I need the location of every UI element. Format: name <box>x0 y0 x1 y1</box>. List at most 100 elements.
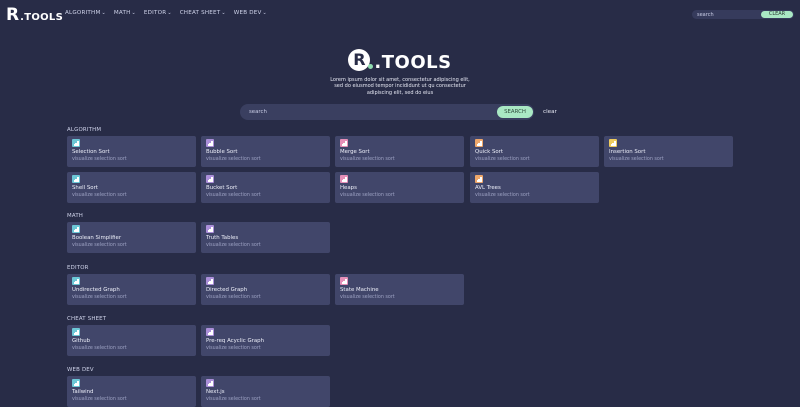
tool-card[interactable]: Shell Sort visualize selection sort <box>67 172 196 203</box>
card-subtitle: visualize selection sort <box>72 397 127 402</box>
card-subtitle: visualize selection sort <box>72 295 127 300</box>
card-title: Heaps <box>340 185 357 191</box>
nav-item-editor[interactable]: EDITOR⌄ <box>144 10 172 16</box>
section-title: CHEAT SHEET <box>67 316 107 322</box>
chart-bars-icon <box>72 175 80 183</box>
chevron-down-icon: ⌄ <box>131 10 136 16</box>
chevron-down-icon: ⌄ <box>262 10 267 16</box>
chart-bars-icon <box>72 277 80 285</box>
nav-item-math[interactable]: MATH⌄ <box>114 10 136 16</box>
card-subtitle: visualize selection sort <box>72 157 127 162</box>
card-title: Quick Sort <box>475 149 504 155</box>
nav-search-input[interactable] <box>697 10 757 19</box>
card-title: Boolean Simplifier <box>72 235 122 241</box>
chart-bars-icon <box>340 277 348 285</box>
chart-bars-icon <box>72 225 80 233</box>
card-subtitle: visualize selection sort <box>72 193 127 198</box>
nav-menu: ALGORITHM⌄ MATH⌄ EDITOR⌄ CHEAT SHEET⌄ WE… <box>65 10 267 16</box>
card-title: Truth Tables <box>206 235 239 241</box>
card-title: Github <box>72 338 91 344</box>
nav-item-label: ALGORITHM <box>65 10 101 16</box>
tool-card[interactable]: Directed Graph visualize selection sort <box>201 274 330 305</box>
card-subtitle: visualize selection sort <box>206 243 261 248</box>
card-title: Directed Graph <box>206 287 248 293</box>
logo-text: .TOOLS <box>374 51 452 73</box>
chart-bars-icon <box>206 328 214 336</box>
section-title: WEB DEV <box>67 367 94 373</box>
card-subtitle: visualize selection sort <box>206 295 261 300</box>
clear-link[interactable]: clear <box>543 109 557 115</box>
chart-bars-icon <box>340 139 348 147</box>
chart-bars-icon <box>475 139 483 147</box>
logo-mark: R <box>348 47 374 71</box>
card-subtitle: visualize selection sort <box>340 295 395 300</box>
chart-bars-icon <box>72 328 80 336</box>
card-title: AVL Trees <box>475 185 501 191</box>
tool-card[interactable]: Tailwind visualize selection sort <box>67 376 196 407</box>
chevron-down-icon: ⌄ <box>101 10 106 16</box>
nav-item-label: CHEAT SHEET <box>179 10 221 16</box>
card-title: State Machine <box>340 287 379 293</box>
tool-card[interactable]: Bubble Sort visualize selection sort <box>201 136 330 167</box>
nav-item-cheat-sheet[interactable]: CHEAT SHEET⌄ <box>180 10 226 16</box>
card-subtitle: visualize selection sort <box>72 243 127 248</box>
nav-clear-button[interactable]: CLEAR <box>761 11 793 18</box>
logo-text: .TOOLS <box>20 12 64 23</box>
tool-card[interactable]: Quick Sort visualize selection sort <box>470 136 599 167</box>
card-subtitle: visualize selection sort <box>72 346 127 351</box>
nav-item-web-dev[interactable]: WEB DEV⌄ <box>234 10 267 16</box>
hero-logo: R .TOOLS <box>0 45 800 73</box>
tool-card[interactable]: Pre-req Acyclic Graph visualize selection… <box>201 325 330 356</box>
brand-logo[interactable]: R .TOOLS <box>6 5 63 25</box>
card-subtitle: visualize selection sort <box>206 193 261 198</box>
card-title: Shell Sort <box>72 185 98 191</box>
tool-card[interactable]: Next.js visualize selection sort <box>201 376 330 407</box>
card-subtitle: visualize selection sort <box>206 397 261 402</box>
chart-bars-icon <box>72 139 80 147</box>
chart-bars-icon <box>340 175 348 183</box>
tool-card[interactable]: Merge Sort visualize selection sort <box>335 136 464 167</box>
search-button[interactable]: SEARCH <box>497 106 533 118</box>
chevron-down-icon: ⌄ <box>167 10 172 16</box>
chevron-down-icon: ⌄ <box>221 10 226 16</box>
tool-card[interactable]: Truth Tables visualize selection sort <box>201 222 330 253</box>
main-search-input[interactable] <box>249 104 449 120</box>
card-subtitle: visualize selection sort <box>475 157 530 162</box>
card-subtitle: visualize selection sort <box>340 157 395 162</box>
tool-card[interactable]: State Machine visualize selection sort <box>335 274 464 305</box>
tool-card[interactable]: Selection Sort visualize selection sort <box>67 136 196 167</box>
chart-bars-icon <box>72 379 80 387</box>
section-title: MATH <box>67 213 84 219</box>
top-navbar: R .TOOLS ALGORITHM⌄ MATH⌄ EDITOR⌄ CHEAT … <box>0 0 800 30</box>
card-title: Selection Sort <box>72 149 110 155</box>
nav-search-box: CLEAR <box>692 10 794 19</box>
tool-card[interactable]: Boolean Simplifier visualize selection so… <box>67 222 196 253</box>
chart-bars-icon <box>206 139 214 147</box>
nav-item-label: EDITOR <box>143 10 167 16</box>
main-search-box: SEARCH <box>240 104 534 120</box>
tool-card[interactable]: Bucket Sort visualize selection sort <box>201 172 330 203</box>
card-subtitle: visualize selection sort <box>206 157 261 162</box>
nav-item-algorithm[interactable]: ALGORITHM⌄ <box>65 10 106 16</box>
tool-card[interactable]: Undirected Graph visualize selection sort <box>67 274 196 305</box>
logo-letter: R <box>353 49 366 69</box>
card-title: Next.js <box>206 389 225 395</box>
card-title: Pre-req Acyclic Graph <box>206 338 264 344</box>
logo-letter: R <box>6 4 20 25</box>
tool-card[interactable]: Github visualize selection sort <box>67 325 196 356</box>
nav-item-label: MATH <box>113 10 131 16</box>
card-subtitle: visualize selection sort <box>340 193 395 198</box>
chart-bars-icon <box>206 379 214 387</box>
hero-description: Lorem ipsum dolor sit amet, consectetur … <box>330 77 470 96</box>
card-subtitle: visualize selection sort <box>475 193 530 198</box>
nav-item-label: WEB DEV <box>233 10 262 16</box>
tool-card[interactable]: Heaps visualize selection sort <box>335 172 464 203</box>
card-title: Insertion Sort <box>609 149 646 155</box>
chart-bars-icon <box>206 225 214 233</box>
tool-card[interactable]: AVL Trees visualize selection sort <box>470 172 599 203</box>
card-title: Bubble Sort <box>206 149 238 155</box>
chart-bars-icon <box>206 175 214 183</box>
card-subtitle: visualize selection sort <box>609 157 664 162</box>
card-subtitle: visualize selection sort <box>206 346 261 351</box>
tool-card[interactable]: Insertion Sort visualize selection sort <box>604 136 733 167</box>
